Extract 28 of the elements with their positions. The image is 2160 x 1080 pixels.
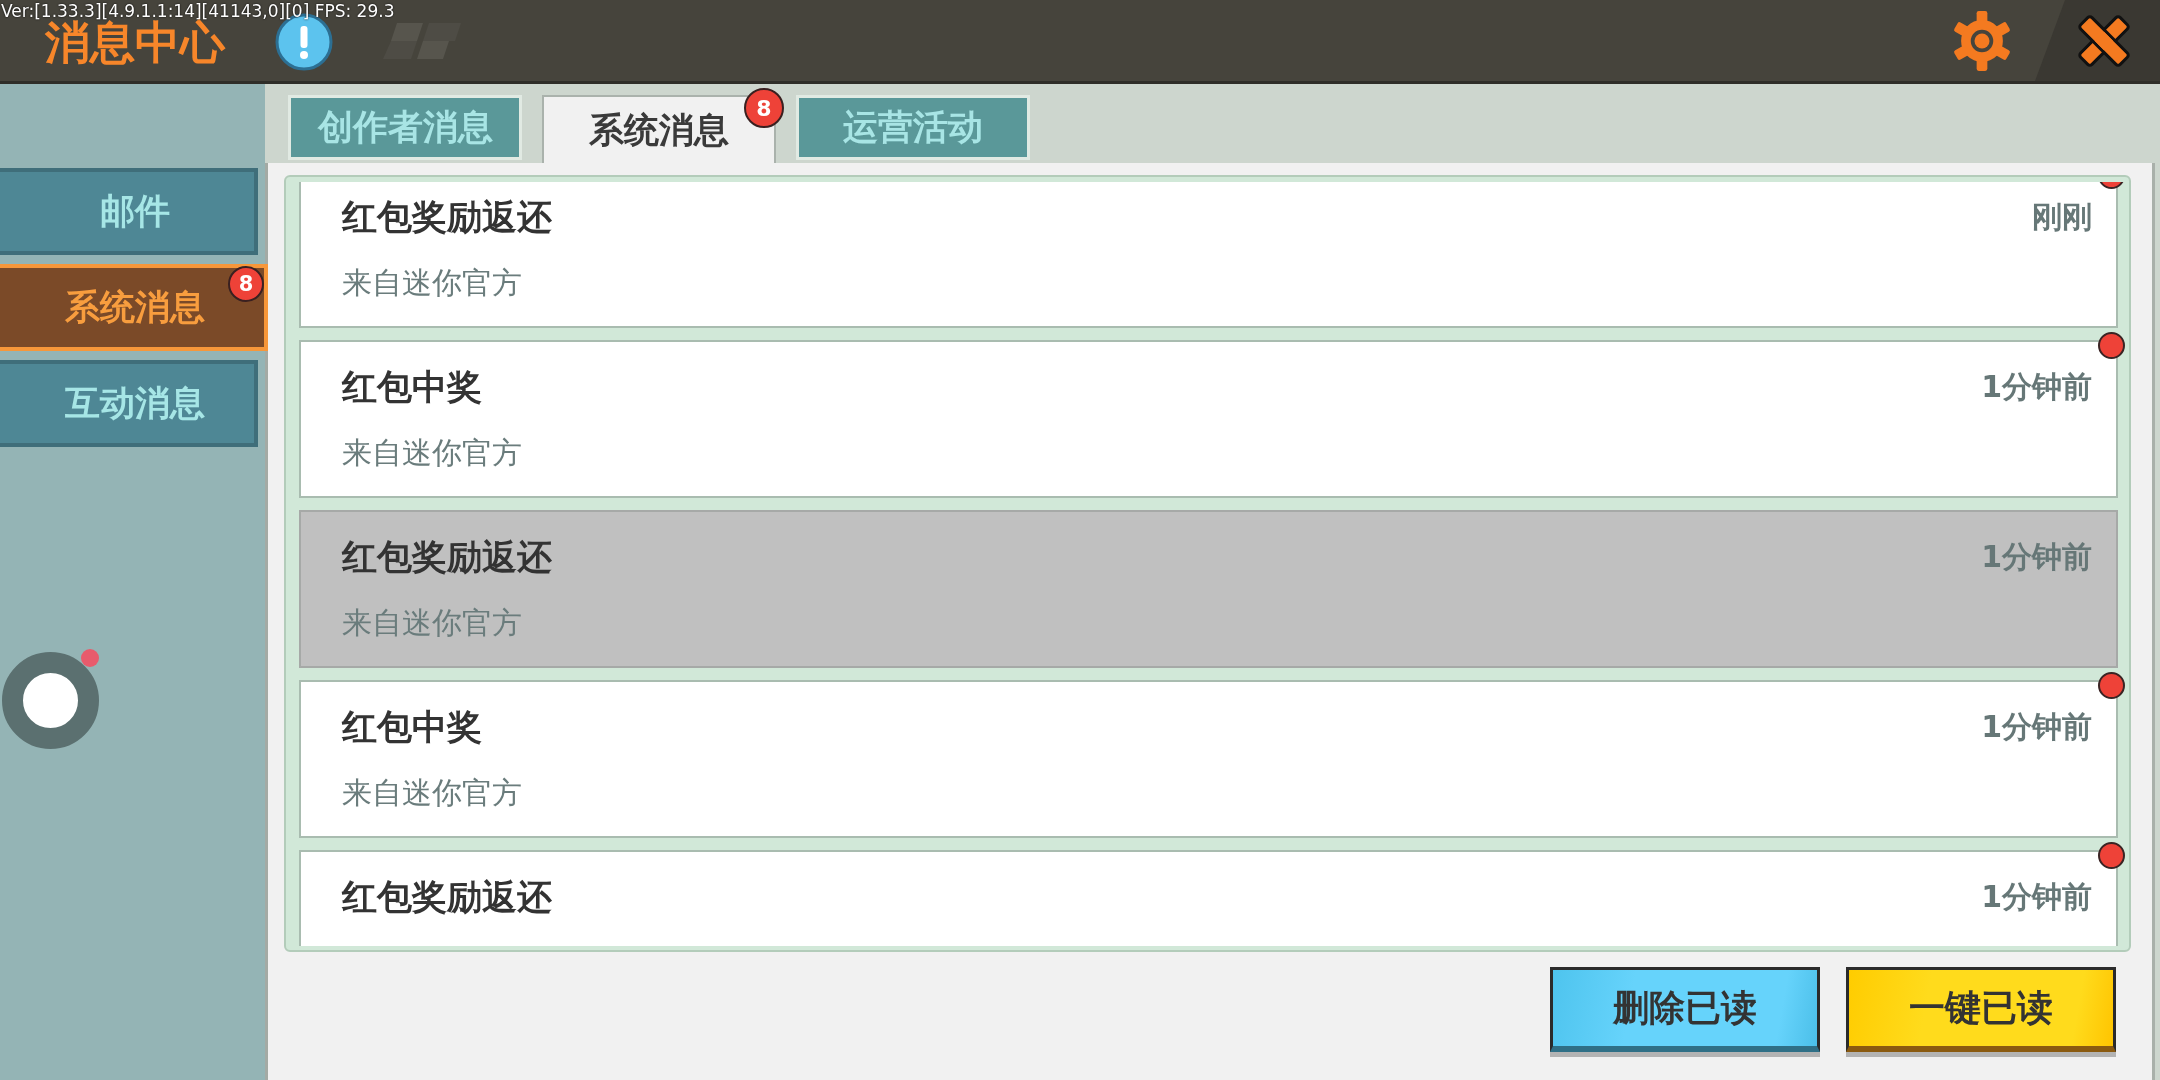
message-sender: 来自迷你官方 — [342, 435, 522, 472]
message-item[interactable]: 红包奖励返还 刚刚 来自迷你官方 — [299, 182, 2118, 328]
message-time: 1分钟前 — [1981, 877, 2092, 916]
message-sender: 来自迷你官方 — [342, 775, 522, 812]
message-item[interactable]: 红包奖励返还 1分钟前 — [299, 850, 2118, 946]
sidebar-item-label: 互动消息 — [65, 382, 205, 425]
message-time: 1分钟前 — [1981, 537, 2092, 576]
message-title: 红包中奖 — [342, 705, 482, 749]
message-item[interactable]: 红包奖励返还 1分钟前 来自迷你官方 — [299, 510, 2118, 668]
floating-button[interactable] — [2, 652, 99, 749]
count-badge: 8 — [744, 88, 784, 128]
message-time: 1分钟前 — [1981, 367, 2092, 406]
close-button[interactable] — [2035, 0, 2160, 81]
message-title: 红包奖励返还 — [342, 875, 552, 919]
message-item[interactable]: 红包中奖 1分钟前 来自迷你官方 — [299, 340, 2118, 498]
message-time: 1分钟前 — [1981, 707, 2092, 746]
message-title: 红包中奖 — [342, 365, 482, 409]
message-title: 红包奖励返还 — [342, 195, 552, 239]
sidebar-item-label: 系统消息 — [65, 286, 205, 329]
count-badge: 8 — [228, 266, 264, 302]
message-time: 刚刚 — [2032, 197, 2092, 236]
message-item[interactable]: 红包中奖 1分钟前 来自迷你官方 — [299, 680, 2118, 838]
sidebar-item-label: 邮件 — [100, 190, 170, 233]
settings-icon[interactable] — [1952, 10, 2012, 71]
sidebar-item[interactable]: 系统消息 8 — [0, 264, 268, 351]
message-sender: 来自迷你官方 — [342, 605, 522, 642]
message-sender: 来自迷你官方 — [342, 265, 522, 302]
message-title: 红包奖励返还 — [342, 535, 552, 579]
